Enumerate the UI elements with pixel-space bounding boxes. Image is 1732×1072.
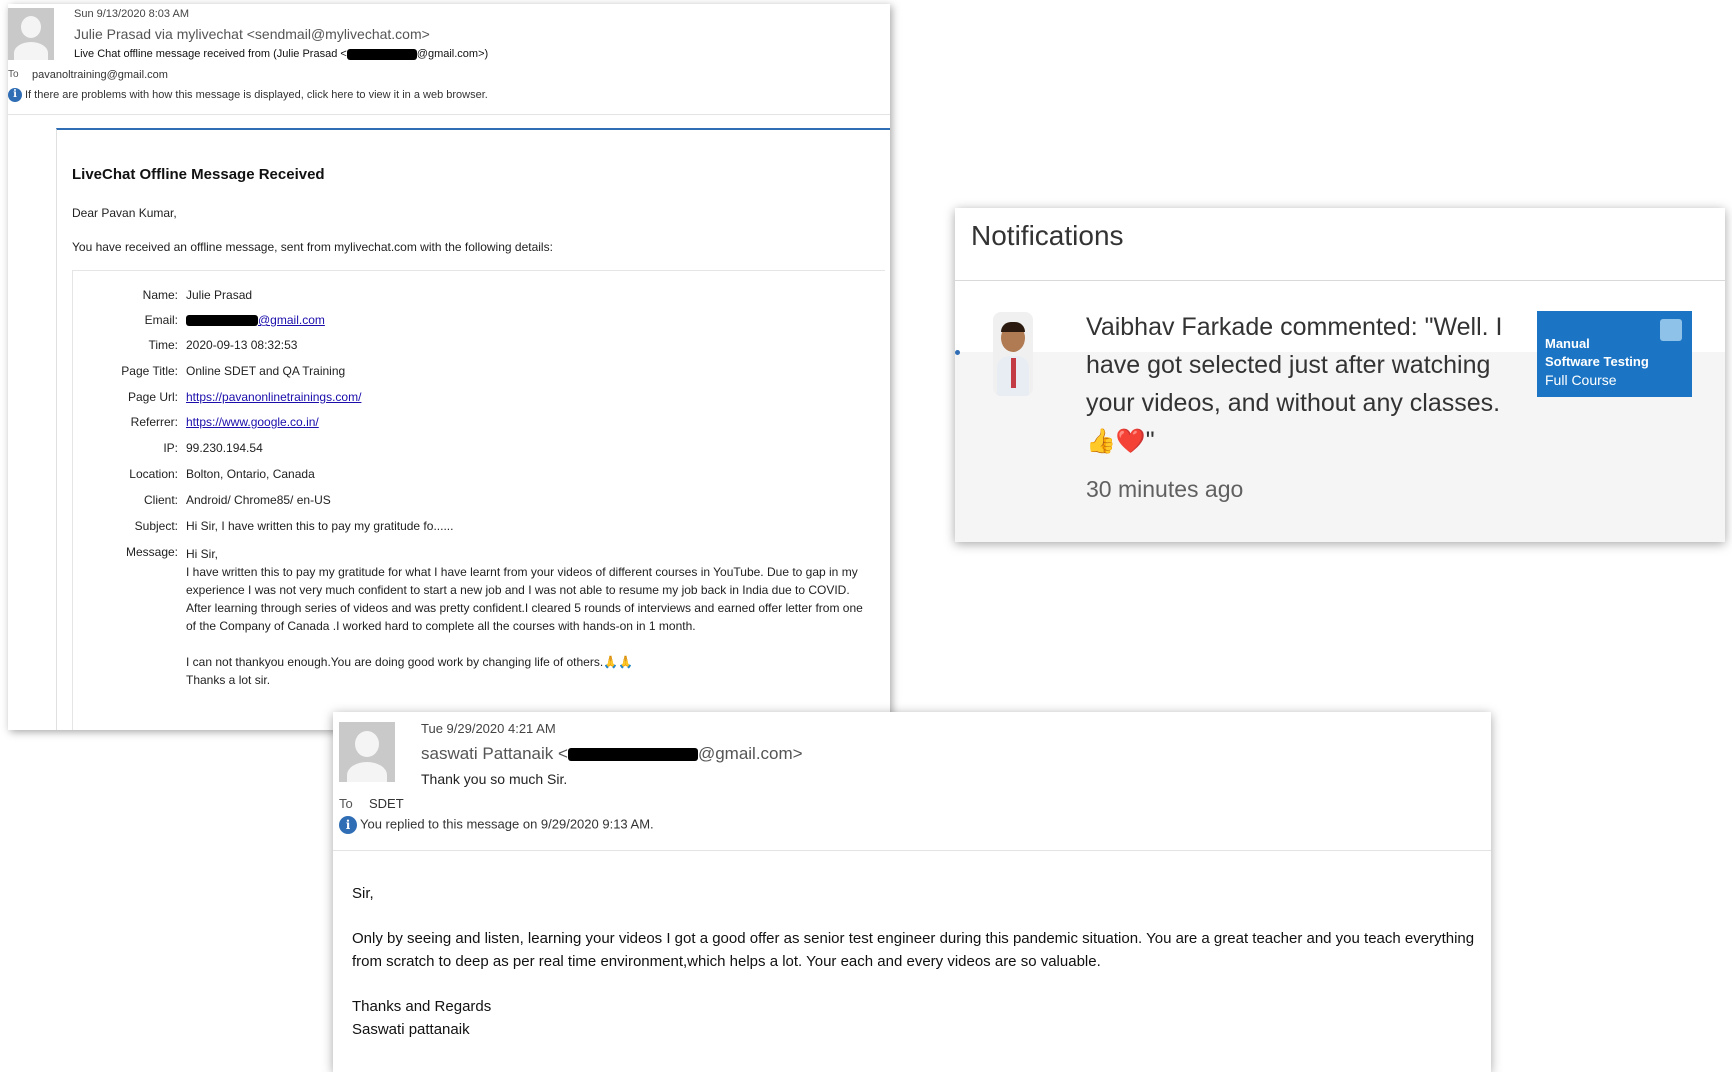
info-icon: i bbox=[8, 88, 22, 102]
thumbnail-title-line: Manual bbox=[1545, 336, 1590, 351]
detail-label: Referrer: bbox=[130, 415, 178, 429]
notification-quote-close: " bbox=[1145, 427, 1155, 455]
message-heading: LiveChat Offline Message Received bbox=[72, 166, 325, 183]
message-line: Hi Sir, bbox=[186, 547, 219, 561]
redaction-bar bbox=[567, 748, 698, 762]
sender-avatar-icon bbox=[8, 8, 54, 60]
email-date: Sun 9/13/2020 8:03 AM bbox=[74, 8, 189, 20]
header-divider bbox=[8, 114, 890, 115]
notification-text: Vaibhav Farkade commented: "Well. I have… bbox=[1086, 313, 1503, 417]
email-window-reply: Tue 9/29/2020 4:21 AM saswati Pattanaik … bbox=[333, 712, 1491, 1072]
detail-label: Page Title: bbox=[121, 364, 178, 378]
email-date: Tue 9/29/2020 4:21 AM bbox=[421, 721, 556, 736]
email-sender[interactable]: Julie Prasad via mylivechat <sendmail@my… bbox=[74, 26, 430, 42]
recipient[interactable]: pavanoltraining@gmail.com bbox=[32, 69, 168, 81]
email-sender[interactable]: saswati Pattanaik < @gmail.com> bbox=[421, 744, 803, 764]
email-subject-prefix: Live Chat offline message received from … bbox=[74, 48, 347, 60]
detail-value: Bolton, Ontario, Canada bbox=[186, 467, 315, 481]
email-sender-name: saswati Pattanaik < bbox=[421, 744, 568, 763]
detail-label: Name: bbox=[142, 288, 178, 302]
message-closing: Thanks a lot sir. bbox=[186, 673, 271, 687]
email-sender-suffix: @gmail.com> bbox=[697, 744, 803, 763]
unread-dot-icon bbox=[955, 350, 960, 355]
detail-label: Subject: bbox=[134, 519, 178, 533]
video-thumbnail[interactable]: Manual Software Testing Full Course bbox=[1537, 311, 1692, 397]
notification-emoji: 👍❤️ bbox=[1086, 428, 1146, 455]
detail-label: Message: bbox=[125, 545, 178, 559]
email-signoff: Thanks and Regards bbox=[352, 998, 492, 1015]
email-paragraph: Only by seeing and listen, learning your… bbox=[352, 930, 1475, 970]
detail-label: Time: bbox=[148, 338, 178, 352]
detail-value: Julie Prasad bbox=[186, 288, 253, 302]
sender-avatar-icon bbox=[339, 722, 395, 782]
detail-label: Client: bbox=[143, 493, 178, 507]
redaction-bar bbox=[186, 315, 258, 327]
detail-value: Android/ Chrome85/ en-US bbox=[186, 493, 331, 507]
email-subject-suffix: @gmail.com>) bbox=[416, 48, 489, 60]
notifications-title: Notifications bbox=[971, 220, 1124, 251]
detail-value: Online SDET and QA Training bbox=[186, 364, 346, 378]
info-icon: i bbox=[339, 816, 357, 834]
redaction-bar bbox=[346, 48, 417, 60]
thumbnail-title-line: Software Testing bbox=[1545, 354, 1649, 369]
notification-time: 30 minutes ago bbox=[1086, 476, 1244, 502]
notifications-divider bbox=[955, 280, 1725, 281]
detail-label: Page Url: bbox=[127, 390, 178, 404]
detail-value: Hi Sir, I have written this to pay my gr… bbox=[186, 519, 454, 533]
replied-info-bar[interactable]: i You replied to this message on 9/29/202… bbox=[339, 816, 654, 834]
notification-item[interactable]: Vaibhav Farkade commented: "Well. I have… bbox=[1086, 308, 1526, 461]
email-link[interactable]: @gmail.com bbox=[258, 313, 325, 327]
detail-value-email[interactable]: @gmail.com bbox=[186, 313, 325, 327]
detail-value: 2020-09-13 08:32:53 bbox=[186, 338, 298, 352]
message-body: Hi Sir, I have written this to pay my gr… bbox=[186, 545, 866, 689]
email-subject: Thank you so much Sir. bbox=[421, 771, 568, 787]
message-paragraph: I have written this to pay my gratitude … bbox=[186, 565, 863, 633]
email-salutation: Sir, bbox=[352, 885, 374, 902]
info-text: If there are problems with how this mess… bbox=[25, 88, 488, 101]
info-text: You replied to this message on 9/29/2020… bbox=[360, 816, 654, 832]
display-problem-info-bar[interactable]: i If there are problems with how this mes… bbox=[8, 88, 488, 102]
notifications-panel: Notifications Vaibhav Farkade commented:… bbox=[955, 208, 1725, 542]
detail-label: Location: bbox=[129, 467, 178, 481]
to-label: To bbox=[339, 796, 353, 811]
page-url-link[interactable]: https://pavanonlinetrainings.com/ bbox=[186, 390, 361, 404]
thumbnail-title-line: Full Course bbox=[1545, 372, 1617, 388]
message-paragraph: I can not thankyou enough.You are doing … bbox=[186, 655, 634, 669]
recipient[interactable]: SDET bbox=[369, 796, 404, 811]
email-subject: Live Chat offline message received from … bbox=[74, 48, 488, 60]
header-divider bbox=[333, 850, 1491, 851]
course-logo-icon bbox=[1660, 319, 1682, 341]
email-body: Sir, Only by seeing and listen, learning… bbox=[352, 882, 1482, 1041]
detail-value: 99.230.194.54 bbox=[186, 441, 263, 455]
referrer-link[interactable]: https://www.google.co.in/ bbox=[186, 415, 319, 429]
detail-label: IP: bbox=[163, 441, 178, 455]
detail-label: Email: bbox=[144, 313, 178, 327]
message-intro: You have received an offline message, se… bbox=[72, 240, 553, 254]
email-window-livechat: Sun 9/13/2020 8:03 AM Julie Prasad via m… bbox=[8, 4, 890, 730]
commenter-avatar[interactable] bbox=[993, 312, 1033, 396]
email-signature: Saswati pattanaik bbox=[352, 1021, 470, 1038]
to-label: To bbox=[8, 69, 19, 80]
message-greeting: Dear Pavan Kumar, bbox=[72, 206, 177, 220]
